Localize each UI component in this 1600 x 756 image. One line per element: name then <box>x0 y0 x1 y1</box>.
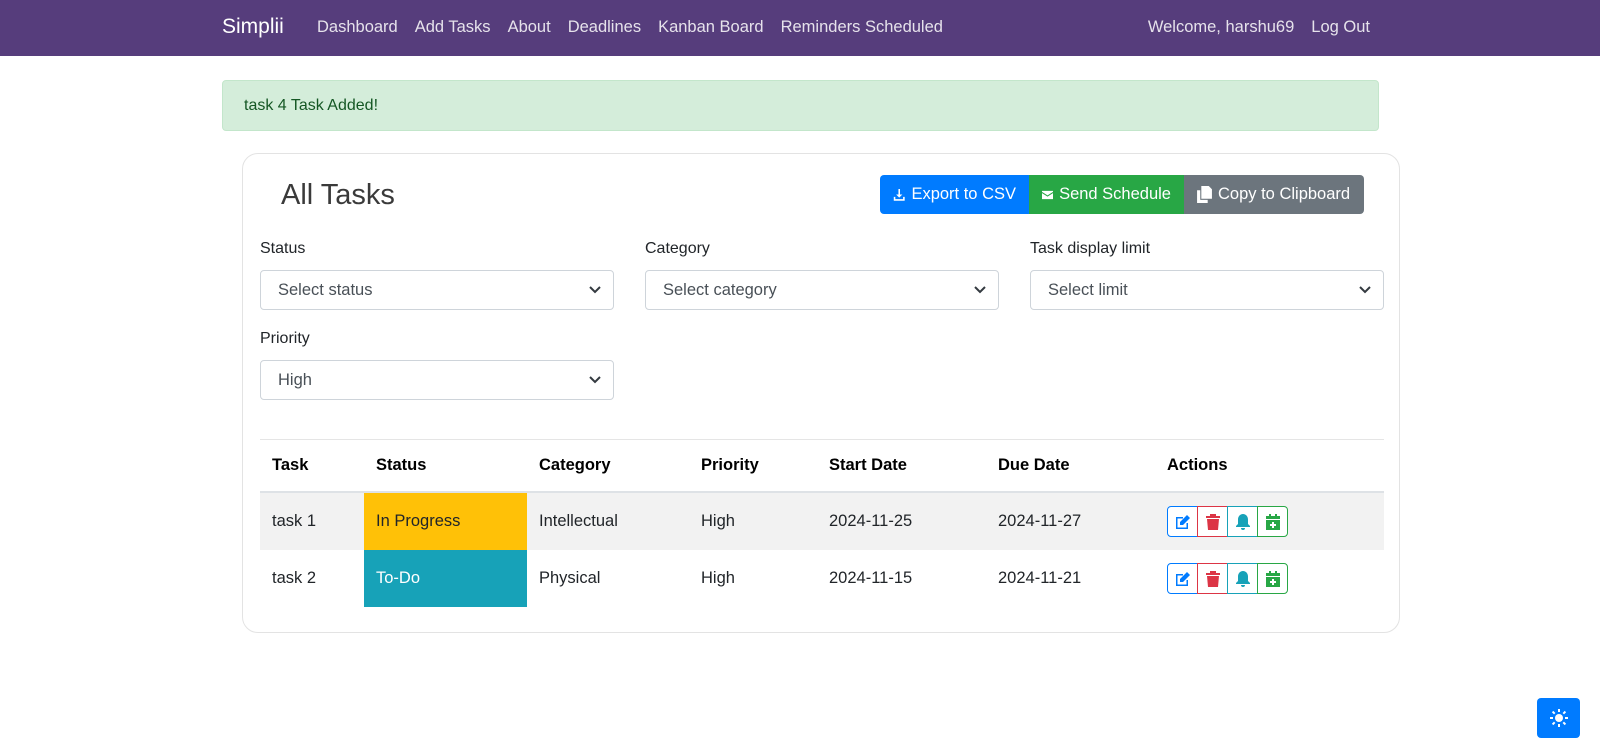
task-due-date: 2024-11-21 <box>998 569 1082 587</box>
calendar-plus-icon <box>1265 570 1280 587</box>
limit-filter: Task display limit Select limit <box>1030 240 1384 310</box>
status-select-value: Select status <box>278 280 373 299</box>
priority-filter-label: Priority <box>260 330 310 347</box>
bell-icon <box>1235 570 1250 587</box>
export-csv-label: Export to CSV <box>911 185 1016 203</box>
table-row: task 1 In Progress Intellectual High 202… <box>260 493 1384 550</box>
header-actions: Actions <box>1167 456 1228 474</box>
edit-task-button[interactable] <box>1167 506 1198 537</box>
nav-add-tasks[interactable]: Add Tasks <box>415 18 491 37</box>
status-badge: To-Do <box>364 550 527 607</box>
calendar-task-button[interactable] <box>1257 563 1288 594</box>
reminder-task-button[interactable] <box>1227 506 1258 537</box>
delete-task-button[interactable] <box>1197 506 1228 537</box>
send-schedule-button[interactable]: Send Schedule <box>1029 175 1184 214</box>
chevron-down-icon <box>589 376 601 384</box>
header-category: Category <box>539 456 611 474</box>
header-start-date: Start Date <box>829 456 907 474</box>
status-select[interactable]: Select status <box>260 270 614 310</box>
header-status: Status <box>376 456 427 474</box>
task-name: task 1 <box>272 512 317 530</box>
status-badge: In Progress <box>364 493 527 550</box>
all-tasks-card: All Tasks Export to CSV Send Schedule Co… <box>242 153 1400 633</box>
envelope-icon <box>1042 190 1054 199</box>
edit-icon <box>1175 571 1190 586</box>
nav-user-area: Welcome, harshu69 Log Out <box>1131 18 1370 37</box>
limit-select[interactable]: Select limit <box>1030 270 1384 310</box>
table-header: Task Status Category Priority Start Date… <box>260 440 1384 493</box>
chevron-down-icon <box>1359 286 1371 294</box>
status-filter-label: Status <box>260 240 306 257</box>
bell-icon <box>1235 513 1250 530</box>
reminder-task-button[interactable] <box>1227 563 1258 594</box>
export-button-group: Export to CSV Send Schedule Copy to Clip… <box>880 175 1364 214</box>
task-category: Physical <box>539 569 601 587</box>
theme-toggle-button[interactable] <box>1537 698 1580 738</box>
edit-task-button[interactable] <box>1167 563 1198 594</box>
welcome-text: Welcome, harshu69 <box>1147 18 1295 36</box>
task-actions <box>1155 493 1384 550</box>
sun-icon <box>1549 709 1568 727</box>
edit-icon <box>1175 514 1190 529</box>
task-name: task 2 <box>272 569 317 587</box>
task-actions <box>1155 550 1384 607</box>
calendar-task-button[interactable] <box>1257 506 1288 537</box>
page-title: All Tasks <box>281 179 395 211</box>
trash-icon <box>1205 570 1220 587</box>
category-filter: Category Select category <box>645 240 999 310</box>
task-start-date: 2024-11-25 <box>829 512 913 530</box>
priority-select-value: High <box>278 370 312 389</box>
nav-kanban-board[interactable]: Kanban Board <box>658 18 764 37</box>
tasks-table: Task Status Category Priority Start Date… <box>260 439 1384 607</box>
header-due-date: Due Date <box>998 456 1070 474</box>
task-category: Intellectual <box>539 512 618 530</box>
copy-clipboard-button[interactable]: Copy to Clipboard <box>1184 175 1364 214</box>
nav-about[interactable]: About <box>508 18 551 37</box>
task-priority: High <box>701 512 735 530</box>
logout-link[interactable]: Log Out <box>1311 18 1370 37</box>
status-filter: Status Select status <box>260 240 614 310</box>
category-filter-label: Category <box>645 240 710 257</box>
copy-clipboard-label: Copy to Clipboard <box>1218 185 1351 203</box>
export-csv-button[interactable]: Export to CSV <box>880 175 1029 214</box>
download-icon <box>893 189 905 201</box>
category-select[interactable]: Select category <box>645 270 999 310</box>
task-start-date: 2024-11-15 <box>829 569 913 587</box>
category-select-value: Select category <box>663 280 777 299</box>
limit-filter-label: Task display limit <box>1030 240 1151 257</box>
table-row: task 2 To-Do Physical High 2024-11-15 20… <box>260 550 1384 607</box>
navbar: Simplii Dashboard Add Tasks About Deadli… <box>0 0 1600 56</box>
calendar-plus-icon <box>1265 513 1280 530</box>
priority-filter: Priority High <box>260 330 614 400</box>
nav-reminders-scheduled[interactable]: Reminders Scheduled <box>781 18 943 37</box>
nav-links: Dashboard Add Tasks About Deadlines Kanb… <box>317 18 960 37</box>
delete-task-button[interactable] <box>1197 563 1228 594</box>
nav-dashboard[interactable]: Dashboard <box>317 18 398 37</box>
limit-select-value: Select limit <box>1048 280 1128 299</box>
task-priority: High <box>701 569 735 587</box>
priority-select[interactable]: High <box>260 360 614 400</box>
header-priority: Priority <box>701 456 759 474</box>
nav-deadlines[interactable]: Deadlines <box>568 18 641 37</box>
chevron-down-icon <box>589 286 601 294</box>
copy-icon <box>1197 186 1212 203</box>
alert-message: task 4 Task Added! <box>244 97 379 114</box>
brand-link[interactable]: Simplii <box>222 15 284 39</box>
header-task: Task <box>272 456 309 474</box>
chevron-down-icon <box>974 286 986 294</box>
trash-icon <box>1205 513 1220 530</box>
success-alert: task 4 Task Added! <box>222 80 1379 131</box>
task-due-date: 2024-11-27 <box>998 512 1082 530</box>
send-schedule-label: Send Schedule <box>1059 185 1171 203</box>
